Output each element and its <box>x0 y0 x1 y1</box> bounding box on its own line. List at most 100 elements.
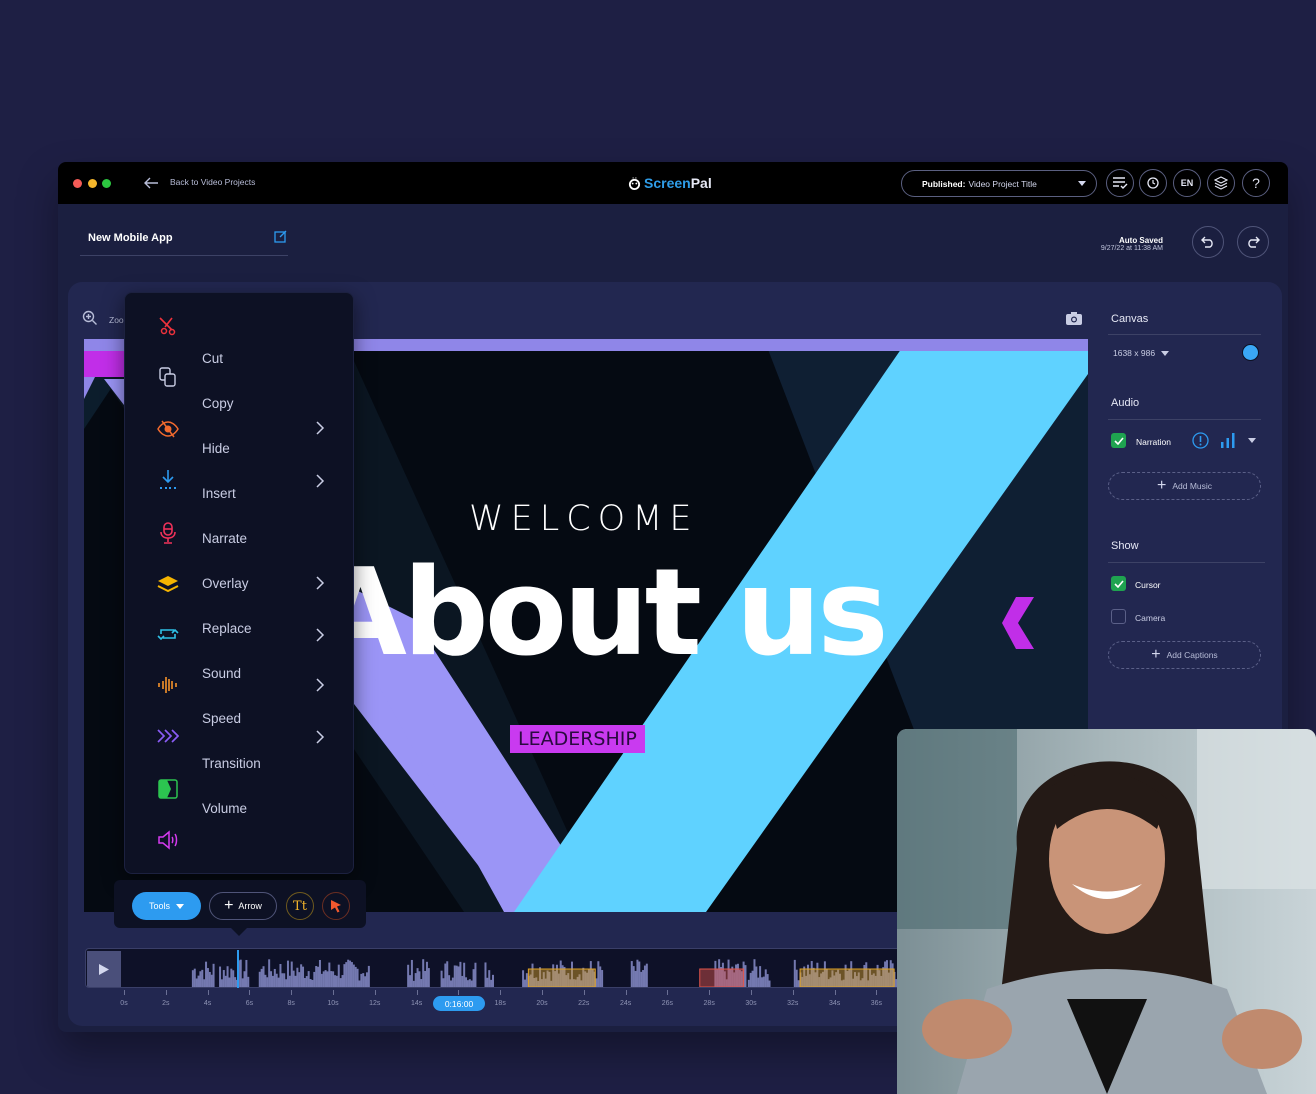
menu-item-narrate[interactable]: Narrate <box>202 531 247 546</box>
play-button[interactable] <box>87 951 121 987</box>
waveform-bar <box>463 962 466 987</box>
menu-item-volume[interactable]: Volume <box>202 801 247 816</box>
waveform-bar <box>296 967 299 987</box>
timeline-track[interactable] <box>85 948 905 988</box>
waveform-bar <box>416 968 419 987</box>
waveform-bar <box>290 961 293 987</box>
waveform-bar <box>424 970 427 987</box>
camera-icon[interactable] <box>1066 312 1082 325</box>
waveform-bar <box>755 966 758 987</box>
waveform-bar <box>484 962 487 987</box>
back-to-projects-link[interactable]: Back to Video Projects <box>170 177 255 187</box>
waveform-bar <box>219 966 222 987</box>
waveform-bar <box>335 975 338 987</box>
close-window-button[interactable] <box>73 179 82 188</box>
canvas-color-swatch[interactable] <box>1242 344 1259 361</box>
zoom-segment[interactable] <box>799 968 895 987</box>
text-tool-button[interactable]: Tt <box>286 892 314 920</box>
waveform-bar <box>352 964 355 987</box>
waveform-bar <box>307 971 310 987</box>
redo-icon <box>1248 236 1260 248</box>
menu-item-speed[interactable]: Speed <box>202 711 241 726</box>
menu-item-hide[interactable]: Hide <box>202 441 230 456</box>
menu-item-overlay[interactable]: Overlay <box>202 576 249 591</box>
narration-label: Narration <box>1136 437 1171 447</box>
resolution-dropdown[interactable]: 1638 x 986 <box>1113 348 1170 358</box>
checklist-icon <box>1113 177 1128 189</box>
timeline-tick <box>667 990 669 995</box>
waveform-bar <box>630 961 633 987</box>
playhead[interactable] <box>237 950 239 988</box>
waveform-bar <box>472 969 475 987</box>
waveform-bar <box>751 970 754 987</box>
welcome-text: WELCOME <box>469 499 699 539</box>
waveform-bar <box>468 979 471 987</box>
maximize-window-button[interactable] <box>102 179 111 188</box>
zoom-in-icon[interactable] <box>82 310 98 326</box>
audio-level-icon[interactable] <box>1220 432 1236 448</box>
chevron-down-icon <box>1078 181 1086 186</box>
scissors-icon <box>159 317 176 336</box>
waveform-bar <box>201 969 204 987</box>
cursor-checkbox[interactable] <box>1111 576 1126 591</box>
chevron-down-icon[interactable] <box>1248 438 1256 443</box>
minimize-window-button[interactable] <box>88 179 97 188</box>
camera-checkbox[interactable] <box>1111 609 1126 624</box>
timeline-tick-label: 20s <box>536 1000 548 1007</box>
history-button[interactable] <box>1139 169 1167 197</box>
waveform-bar <box>488 970 491 987</box>
edit-icon[interactable] <box>274 230 287 243</box>
project-name[interactable]: New Mobile App <box>88 232 173 244</box>
timeline-tick <box>792 990 794 995</box>
waveform-bar <box>222 970 225 987</box>
waveform-bar <box>768 980 771 987</box>
menu-item-replace[interactable]: Replace <box>202 621 252 636</box>
timeline-tick-label: 24s <box>619 1000 632 1007</box>
waveform-bar <box>474 962 477 987</box>
menu-item-sound[interactable]: Sound <box>202 666 241 681</box>
webcam-overlay[interactable] <box>897 729 1316 1094</box>
waveform-bar <box>228 977 231 987</box>
waveform-bar <box>305 976 308 987</box>
camera-label: Camera <box>1135 613 1166 623</box>
add-arrow-button[interactable]: + Arrow <box>209 892 277 920</box>
resolution-value: 1638 x 986 <box>1113 348 1156 358</box>
waveform-bar <box>645 963 648 987</box>
history-icon <box>1147 177 1159 189</box>
narration-checkbox[interactable] <box>1111 433 1126 448</box>
timeline-tick-label: 12s <box>369 1000 381 1007</box>
undo-button[interactable] <box>1192 226 1224 258</box>
menu-item-copy[interactable]: Copy <box>202 396 234 411</box>
waveform-bar <box>365 972 368 987</box>
tools-button[interactable]: Tools <box>132 892 201 920</box>
chevron-right-icon <box>316 628 325 642</box>
zoom-segment[interactable] <box>527 968 596 987</box>
current-time-badge: 0:16:00 <box>433 996 485 1011</box>
help-button[interactable]: ? <box>1242 169 1270 197</box>
headline-text: About us <box>314 544 889 683</box>
waveform-bar <box>195 978 198 987</box>
info-icon[interactable] <box>1192 432 1209 449</box>
checklist-button[interactable] <box>1106 169 1134 197</box>
cut-segment[interactable] <box>699 968 745 987</box>
timeline-tick <box>374 990 376 995</box>
back-arrow-icon[interactable] <box>142 174 160 192</box>
add-music-button[interactable]: + Add Music <box>1108 472 1261 500</box>
waveform-bar <box>345 962 348 987</box>
layers-button[interactable] <box>1207 169 1235 197</box>
timeline-tick-label: 18s <box>494 1000 506 1007</box>
menu-item-cut[interactable]: Cut <box>202 351 223 366</box>
menu-item-insert[interactable]: Insert <box>202 486 236 501</box>
waveform-bar <box>317 966 320 987</box>
waveform-bar <box>599 966 602 987</box>
language-button[interactable]: EN <box>1173 169 1201 197</box>
cursor-tool-button[interactable] <box>322 892 350 920</box>
waveform-bar <box>286 960 289 987</box>
plus-icon: + <box>224 897 234 914</box>
publish-dropdown[interactable]: Published: Video Project Title <box>901 170 1097 197</box>
timeline-tick <box>291 990 293 995</box>
add-captions-button[interactable]: + Add Captions <box>1108 641 1261 669</box>
redo-button[interactable] <box>1237 226 1269 258</box>
waveform-bar <box>362 973 365 987</box>
menu-item-transition[interactable]: Transition <box>202 756 261 771</box>
